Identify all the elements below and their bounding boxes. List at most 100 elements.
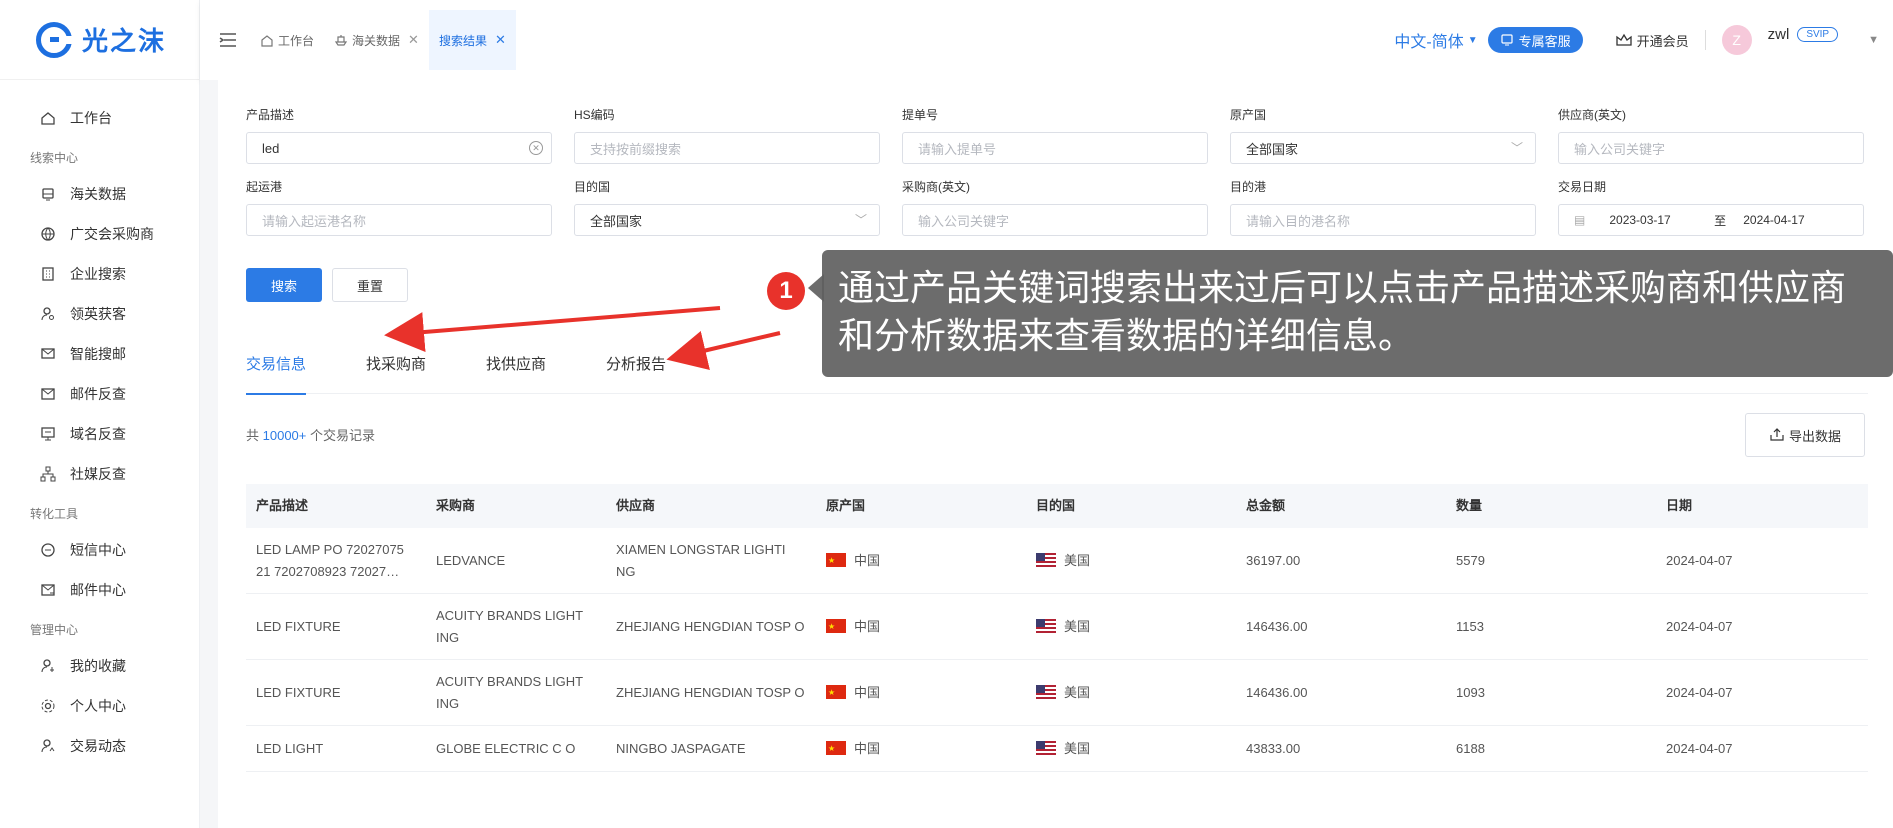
field-hs-code: HS编码 支持按前缀搜索 <box>574 106 880 164</box>
tab-analysis-report[interactable]: 分析报告 <box>606 348 666 394</box>
record-suffix: 个交易记录 <box>310 428 376 443</box>
field-date: 交易日期 ▤ 2023-03-17 至 2024-04-17 <box>1558 178 1864 236</box>
sidebar-item-label: 广交会采购商 <box>70 226 154 242</box>
supplier-cell[interactable]: ZHEJIANG HENGDIAN TOSP O <box>606 616 816 638</box>
cell-text: 146436.00 <box>1246 618 1308 634</box>
hs-code-input[interactable]: 支持按前缀搜索 <box>574 132 880 164</box>
reset-button[interactable]: 重置 <box>332 268 408 302</box>
sidebar-item[interactable]: 社媒反查 <box>0 454 199 494</box>
menu-toggle-button[interactable] <box>206 32 250 48</box>
sidebar-item[interactable]: 工作台 <box>0 98 199 138</box>
brand-logo[interactable]: 光之沫 <box>0 0 199 80</box>
logo-icon <box>36 21 73 58</box>
sidebar-item-label: 邮件中心 <box>70 582 126 598</box>
sidebar-item-label: 域名反查 <box>70 426 126 442</box>
sidebar-item[interactable]: 海关数据 <box>0 174 199 214</box>
close-icon[interactable]: ✕ <box>408 32 419 48</box>
tab-find-buyers[interactable]: 找采购商 <box>366 348 426 394</box>
cell-text: 5579 <box>1456 552 1485 568</box>
content-gutter <box>200 80 218 828</box>
col-header: 目的国 <box>1036 498 1076 513</box>
sidebar-item[interactable]: 邮件反查 <box>0 374 199 414</box>
cell-text: ZHEJIANG HENGDIAN TOSP O <box>616 684 805 700</box>
sidebar-item[interactable]: 邮件中心 <box>0 570 199 610</box>
supplier-cell[interactable]: ZHEJIANG HENGDIAN TOSP O <box>606 682 816 704</box>
buyer-cell[interactable]: GLOBE ELECTRIC C O <box>426 738 606 760</box>
field-supplier: 供应商(英文) 输入公司关键字 <box>1558 106 1864 164</box>
tab-transactions[interactable]: 交易信息 <box>246 348 307 395</box>
cell-text: 中国 <box>854 552 881 568</box>
supplier-cell[interactable]: NINGBO JASPAGATE <box>606 738 816 760</box>
supplier-cell[interactable]: XIAMEN LONGSTAR LIGHTI NG <box>606 539 816 583</box>
avatar[interactable]: Z <box>1721 25 1752 55</box>
quantity-cell: 5579 <box>1446 550 1656 572</box>
sidebar-item[interactable]: 个人中心 <box>0 686 199 726</box>
buyer-cell[interactable]: ACUITY BRANDS LIGHT ING <box>426 605 606 649</box>
vip-button[interactable]: 开通会员 <box>1615 31 1689 50</box>
sidebar-item[interactable]: 交易动态 <box>0 726 199 766</box>
buyer-cell[interactable]: ACUITY BRANDS LIGHT ING <box>426 671 606 715</box>
product-desc-cell[interactable]: LED FIXTURE <box>246 616 426 638</box>
cell-text: LEDVANCE <box>436 552 506 568</box>
tab-workbench[interactable]: 工作台 <box>250 10 324 70</box>
clear-icon[interactable]: ✕ <box>529 141 543 155</box>
usa-flag-icon <box>1036 618 1056 633</box>
field-label: 提单号 <box>902 108 939 122</box>
customer-service-button[interactable]: 专属客服 <box>1487 27 1583 53</box>
sidebar-item[interactable]: 领英获客 <box>0 294 199 334</box>
select-value: 全部国家 <box>1246 141 1299 157</box>
chevron-down-icon: ﹀ <box>854 213 867 227</box>
sidebar-item[interactable]: 企业搜索 <box>0 254 199 294</box>
chevron-down-icon: ﹀ <box>1510 141 1523 155</box>
tab-search-results[interactable]: 搜索结果 ✕ <box>428 10 516 70</box>
username[interactable]: zwl <box>1768 26 1790 43</box>
dest-country-select[interactable]: 全部国家 ﹀ <box>574 204 880 236</box>
tab-customs-data[interactable]: 海关数据 ✕ <box>324 10 429 70</box>
product-desc-input[interactable]: led ✕ <box>246 132 552 164</box>
field-label: HS编码 <box>574 108 615 122</box>
origin-country-select[interactable]: 全部国家 ﹀ <box>1230 132 1536 164</box>
sidebar-item[interactable]: 智能搜邮 <box>0 334 199 374</box>
svip-badge: SVIP <box>1797 26 1839 42</box>
table-row[interactable]: LED LIGHT GLOBE ELECTRIC C O NINGBO JASPAG… <box>246 726 1868 772</box>
cell-text: LED FIXTURE <box>256 618 341 634</box>
search-button[interactable]: 搜索 <box>246 268 322 302</box>
date-start[interactable]: 2023-03-17 <box>1609 213 1714 227</box>
china-flag-icon <box>826 550 846 572</box>
sidebar-item[interactable]: 域名反查 <box>0 414 199 454</box>
user-menu-caret-icon[interactable]: ▼ <box>1868 34 1879 46</box>
buyer-input[interactable]: 输入公司关键字 <box>902 204 1208 236</box>
sidebar-item-label: 领英获客 <box>70 306 126 322</box>
supplier-input[interactable]: 输入公司关键字 <box>1558 132 1864 164</box>
close-icon[interactable]: ✕ <box>495 32 506 48</box>
cell-text: 146436.00 <box>1246 684 1308 700</box>
product-desc-cell[interactable]: LED FIXTURE <box>246 682 426 704</box>
sidebar-item[interactable]: 我的收藏 <box>0 646 199 686</box>
product-desc-cell[interactable]: LED LIGHT <box>246 738 426 760</box>
port-from-input[interactable]: 请输入起运港名称 <box>246 204 552 236</box>
language-select[interactable]: 中文-简体 ▼ <box>1394 28 1477 52</box>
date-end[interactable]: 2024-04-17 <box>1743 213 1848 227</box>
quantity-cell: 1153 <box>1446 616 1656 638</box>
export-icon <box>1770 428 1784 441</box>
product-desc-cell[interactable]: LED LAMP PO 72027075 21 7202708923 72027… <box>246 539 426 583</box>
port-to-input[interactable]: 请输入目的港名称 <box>1230 204 1536 236</box>
date-range-picker[interactable]: ▤ 2023-03-17 至 2024-04-17 <box>1558 204 1864 236</box>
field-port-to: 目的港 请输入目的港名称 <box>1230 178 1536 236</box>
cell-text: 中国 <box>854 684 881 700</box>
date-cell: 2024-04-07 <box>1656 616 1868 638</box>
origin-cell: 中国 <box>816 738 1026 760</box>
sidebar-item[interactable]: 短信中心 <box>0 530 199 570</box>
export-button[interactable]: 导出数据 <box>1745 413 1865 457</box>
sidebar-item[interactable]: 广交会采购商 <box>0 214 199 254</box>
nav-group-label: 管理中心 <box>30 623 79 637</box>
buyer-cell[interactable]: LEDVANCE <box>426 550 606 572</box>
table-row[interactable]: LED FIXTURE ACUITY BRANDS LIGHT ING ZHEJIA… <box>246 594 1868 660</box>
tab-find-suppliers[interactable]: 找供应商 <box>486 348 546 394</box>
col-header: 产品描述 <box>256 498 309 513</box>
table-row[interactable]: LED LAMP PO 72027075 21 7202708923 72027… <box>246 528 1868 594</box>
table-row[interactable]: LED FIXTURE ACUITY BRANDS LIGHT ING ZHEJIA… <box>246 660 1868 726</box>
field-label: 目的港 <box>1230 180 1267 194</box>
dest-cell: 美国 <box>1026 682 1236 704</box>
bill-no-input[interactable]: 请输入提单号 <box>902 132 1208 164</box>
